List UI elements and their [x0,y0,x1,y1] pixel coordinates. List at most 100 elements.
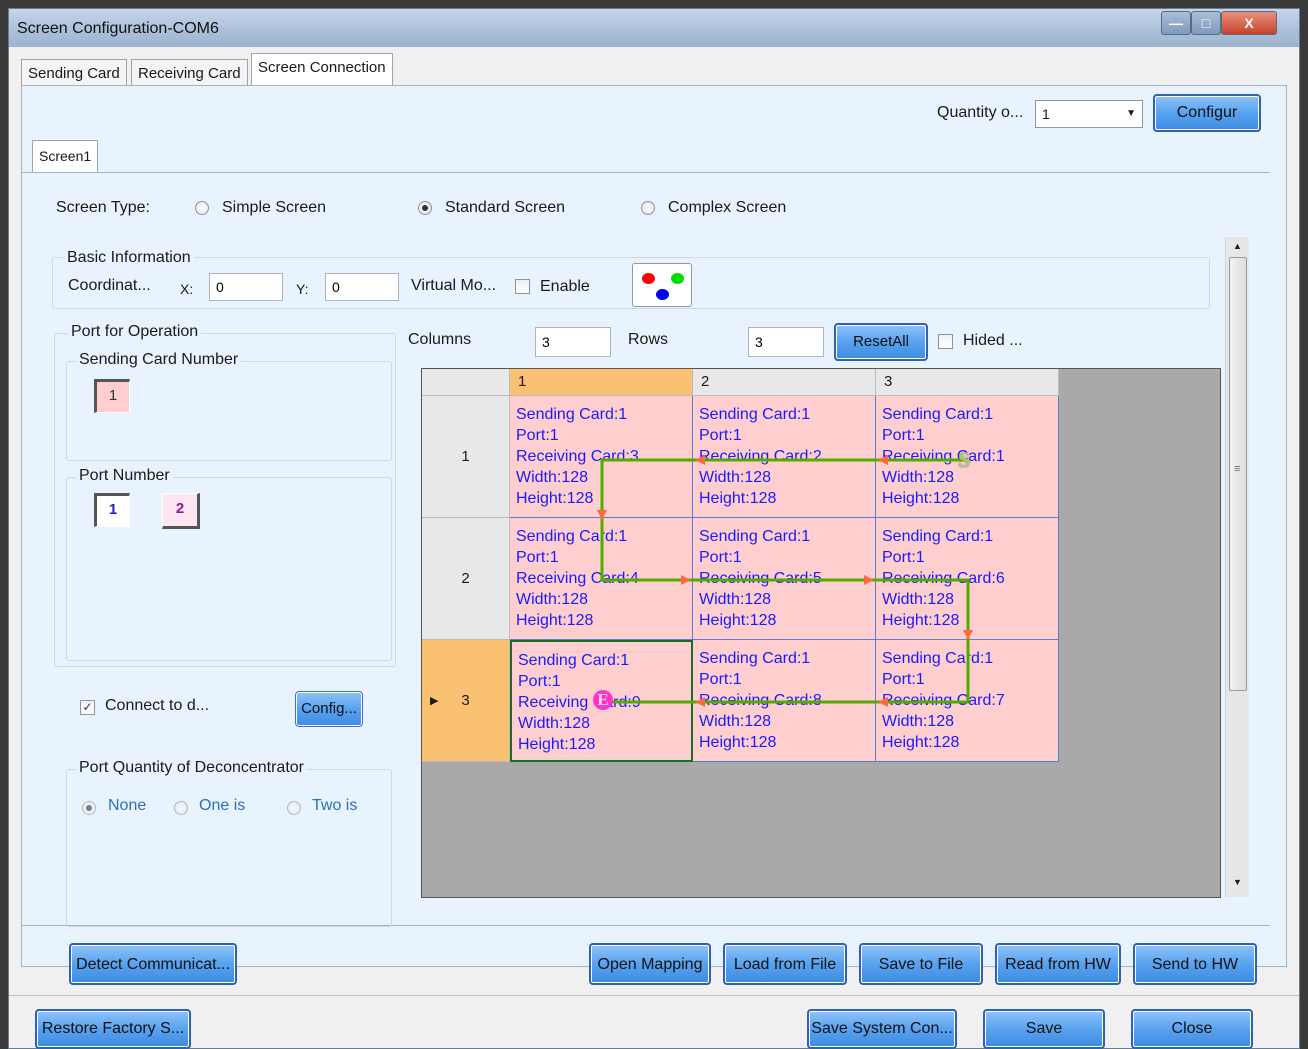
start-marker: S [958,447,971,472]
virtual-pixel-icon[interactable] [632,263,692,307]
quantity-value: 1 [1042,106,1050,122]
grid-cell[interactable]: Sending Card:1 Port:1 Receiving Card:4 Widt… [510,518,693,640]
connection-grid[interactable]: 1 2 3 1 2 ▶ 3 Sending Card:1 Port:1 Receivi… [421,368,1221,898]
row-pointer-icon: ▶ [430,695,439,707]
cell-port: Port:1 [882,671,925,688]
enable-checkbox[interactable] [515,279,530,294]
sending-card-chip-1[interactable]: 1 [94,379,130,413]
grid-cell[interactable]: Sending Card:1 Port:1 Receiving Card:7 Widt… [876,640,1059,762]
restore-factory-button[interactable]: Restore Factory S... [35,1009,191,1049]
grid-cell[interactable]: Sending Card:1 Port:1 Receiving Card:3 Widt… [510,396,693,518]
scroll-down-icon[interactable]: ▼ [1233,877,1242,887]
grid-corner [422,369,510,396]
cell-sending-card: Sending Card:1 [699,650,811,667]
port-number-title: Port Number [76,467,173,485]
decon-none-radio[interactable] [82,801,96,815]
grid-cell[interactable]: Sending Card:1 Port:1 Receiving Card:8 Widt… [693,640,876,762]
decon-one-label: One is [199,797,246,814]
rows-label: Rows [628,331,669,348]
tab-screen1[interactable]: Screen1 [32,140,99,172]
x-label: X: [180,281,194,297]
complex-screen-label: Complex Screen [668,199,787,216]
save-button[interactable]: Save [983,1009,1105,1049]
coord-y-input[interactable] [325,273,399,301]
decon-one-radio[interactable] [174,801,188,815]
load-from-file-button[interactable]: Load from File [723,943,847,985]
decon-two-radio[interactable] [287,801,301,815]
vertical-scrollbar[interactable]: ▲ ≡ ▼ [1225,237,1249,897]
detect-communication-button[interactable]: Detect Communicat... [69,943,237,985]
screen-type-label: Screen Type: [56,199,150,216]
quantity-select[interactable]: 1 ▼ [1035,100,1143,128]
coordinate-label: Coordinat... [68,277,151,294]
title-bar: Screen Configuration-COM6 — □ X [9,9,1299,47]
col-header-2[interactable]: 2 [693,369,876,396]
cell-port: Port:1 [699,427,742,444]
port-chip-2[interactable]: 2 [162,493,200,529]
close-button[interactable]: Close [1131,1009,1253,1049]
scroll-thumb[interactable]: ≡ [1229,257,1247,691]
save-to-file-button[interactable]: Save to File [859,943,983,985]
columns-label: Columns [408,331,472,348]
cell-sending-card: Sending Card:1 [516,406,628,423]
cell-sending-card: Sending Card:1 [882,650,994,667]
rows-input[interactable] [748,327,824,357]
columns-input[interactable] [535,327,611,357]
cell-port: Port:1 [699,671,742,688]
cell-port: Port:1 [518,673,561,690]
cell-receiving-card: Receiving Card:5 [699,570,822,587]
minimize-button[interactable]: — [1161,11,1191,35]
col-header-1[interactable]: 1 [510,369,693,396]
coord-x-input[interactable] [209,273,283,301]
cell-port: Port:1 [516,549,559,566]
row-header-1-label: 1 [461,448,470,465]
cell-port: Port:1 [516,427,559,444]
read-from-hw-button[interactable]: Read from HW [995,943,1121,985]
cell-width: Width:128 [882,713,955,730]
grid-cell[interactable]: Sending Card:1 Port:1 Receiving Card:2 Widt… [693,396,876,518]
grid-cell[interactable]: Sending Card:1 Port:1 Receiving Card:5 Widt… [693,518,876,640]
configure-quantity-button[interactable]: Configur [1153,94,1261,132]
open-mapping-button[interactable]: Open Mapping [589,943,711,985]
cell-height: Height:128 [882,612,960,629]
port-chip-1[interactable]: 1 [94,493,130,527]
connect-checkbox[interactable]: ✓ [80,700,95,715]
close-window-button[interactable]: X [1221,11,1277,35]
cell-sending-card: Sending Card:1 [516,528,628,545]
save-system-config-button[interactable]: Save System Con... [807,1009,957,1049]
chevron-down-icon: ▼ [1126,108,1136,119]
cell-receiving-card: Receiving Card:8 [699,692,822,709]
simple-screen-radio[interactable] [195,201,209,215]
row-header-1[interactable]: 1 [422,396,510,518]
cell-sending-card: Sending Card:1 [882,528,994,545]
cell-width: Width:128 [516,591,589,608]
connect-config-button[interactable]: Config... [295,691,363,727]
cell-height: Height:128 [882,490,960,507]
reset-all-button[interactable]: ResetAll [834,323,928,361]
tab-sending-card[interactable]: Sending Card [21,59,127,87]
cell-height: Height:128 [882,734,960,751]
standard-screen-radio[interactable] [418,201,432,215]
cell-height: Height:128 [516,490,594,507]
row-header-2[interactable]: 2 [422,518,510,640]
col-header-3[interactable]: 3 [876,369,1059,396]
tab-screen-connection[interactable]: Screen Connection [251,53,393,85]
standard-screen-label: Standard Screen [445,199,566,216]
maximize-button[interactable]: □ [1191,11,1221,35]
send-to-hw-button[interactable]: Send to HW [1133,943,1257,985]
scroll-up-icon[interactable]: ▲ [1233,241,1242,251]
cell-width: Width:128 [882,591,955,608]
complex-screen-radio[interactable] [641,201,655,215]
cell-height: Height:128 [699,490,777,507]
virtual-mode-label: Virtual Mo... [411,277,497,294]
cell-receiving-card: Receiving Card:4 [516,570,639,587]
cell-port: Port:1 [699,549,742,566]
cell-receiving-card: Receiving Card:2 [699,448,822,465]
hided-checkbox[interactable] [938,334,953,349]
grid-cell[interactable]: Sending Card:1 Port:1 Receiving Card:6 Widt… [876,518,1059,640]
simple-screen-label: Simple Screen [222,199,327,216]
cell-receiving-card: Receiving Card:3 [516,448,639,465]
deconcentrator-title: Port Quantity of Deconcentrator [76,759,307,777]
tab-receiving-card[interactable]: Receiving Card [131,59,248,87]
row-header-3[interactable]: ▶ 3 [422,640,510,762]
